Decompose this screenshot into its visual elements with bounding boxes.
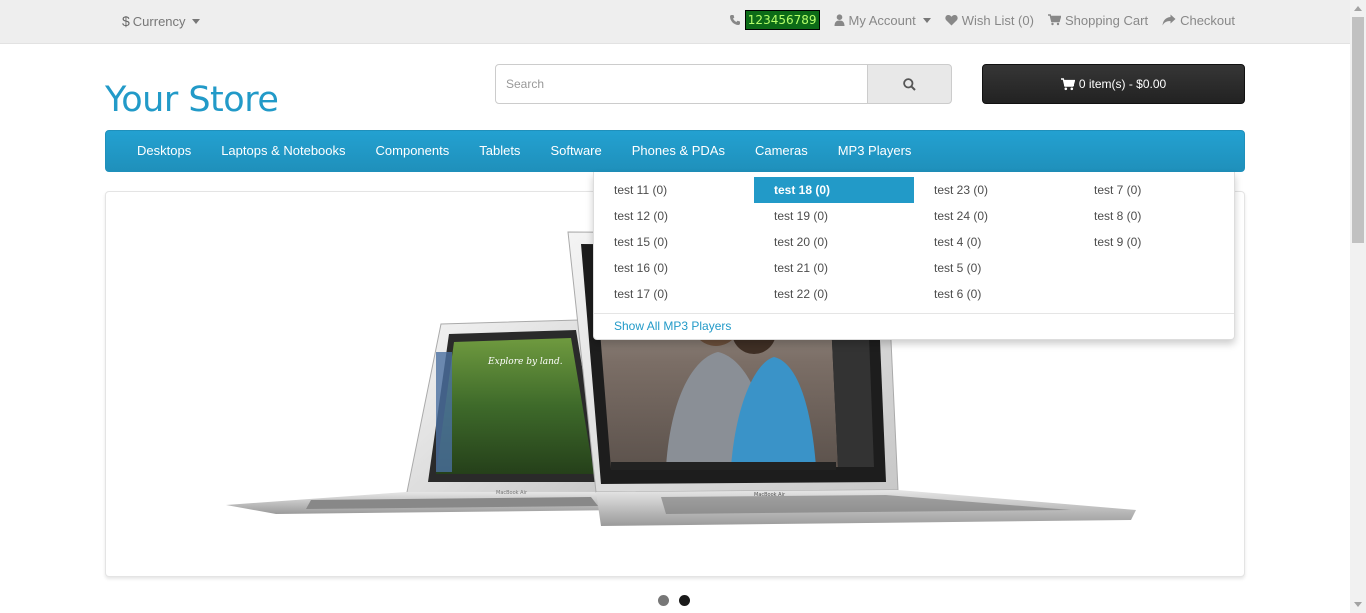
mp3-players-dropdown: test 11 (0) test 12 (0) test 15 (0) test… — [593, 172, 1235, 340]
caret-down-icon — [191, 18, 200, 24]
dropdown-item-active[interactable]: test 18 (0) — [754, 177, 914, 203]
currency-dropdown[interactable]: $ Currency — [122, 13, 200, 29]
share-icon — [1162, 14, 1176, 26]
caret-down-icon — [922, 17, 931, 23]
dropdown-item[interactable]: test 7 (0) — [1074, 177, 1234, 203]
shopping-cart-link[interactable]: Shopping Cart — [1047, 12, 1149, 28]
cart-button[interactable]: 0 item(s) - $0.00 — [982, 64, 1245, 104]
scroll-up-arrow-icon[interactable] — [1350, 0, 1366, 17]
dropdown-item[interactable]: test 5 (0) — [914, 255, 1074, 281]
search-input[interactable] — [495, 64, 868, 104]
menu-item-mp3-players[interactable]: MP3 Players — [823, 131, 927, 171]
search-icon — [903, 77, 916, 91]
brand-label-right: MacBook Air — [754, 492, 786, 498]
dropdown-divider — [594, 313, 1234, 314]
checkout-link[interactable]: Checkout — [1162, 13, 1235, 28]
dropdown-item[interactable]: test 21 (0) — [754, 255, 914, 281]
top-bar: $ Currency 123456789 My Account Wish Lis… — [0, 0, 1350, 44]
cart-icon — [1047, 14, 1061, 26]
dropdown-item[interactable]: test 12 (0) — [594, 203, 754, 229]
vertical-scrollbar[interactable] — [1350, 0, 1366, 613]
dropdown-item[interactable]: test 11 (0) — [594, 177, 754, 203]
menu-item-tablets[interactable]: Tablets — [464, 131, 535, 171]
dropdown-item[interactable]: test 4 (0) — [914, 229, 1074, 255]
my-account-dropdown[interactable]: My Account — [834, 13, 931, 28]
dropdown-item[interactable]: test 19 (0) — [754, 203, 914, 229]
shopping-cart-label: Shopping Cart — [1064, 12, 1149, 28]
dropdown-column-1: test 11 (0) test 12 (0) test 15 (0) test… — [594, 177, 754, 307]
phone-icon — [729, 14, 741, 26]
menu-item-components[interactable]: Components — [361, 131, 465, 171]
wish-list-label: Wish List (0) — [961, 12, 1034, 28]
dropdown-item[interactable]: test 16 (0) — [594, 255, 754, 281]
dropdown-item[interactable]: test 9 (0) — [1074, 229, 1234, 255]
currency-label: Currency — [132, 13, 186, 29]
scrollbar-thumb[interactable] — [1352, 17, 1364, 243]
dropdown-item[interactable]: test 20 (0) — [754, 229, 914, 255]
dropdown-item[interactable]: test 6 (0) — [914, 281, 1074, 307]
search-group — [495, 64, 952, 104]
slide-dot-1[interactable] — [658, 595, 669, 606]
left-laptop: Explore by land. MacBook Air — [226, 319, 626, 514]
screen-caption: Explore by land. — [487, 357, 563, 367]
phone-number: 123456789 — [744, 10, 820, 30]
show-all-mp3-players-link[interactable]: Show All MP3 Players — [614, 319, 731, 333]
heart-icon — [945, 14, 958, 26]
checkout-label: Checkout — [1180, 12, 1235, 28]
dropdown-column-4: test 7 (0) test 8 (0) test 9 (0) — [1074, 177, 1234, 255]
dropdown-item[interactable]: test 17 (0) — [594, 281, 754, 307]
brand-label-left: MacBook Air — [496, 490, 528, 496]
menu-item-laptops-notebooks[interactable]: Laptops & Notebooks — [206, 131, 360, 171]
cart-icon — [1060, 77, 1075, 91]
top-links: 123456789 My Account Wish List (0) Shopp… — [729, 10, 1235, 30]
dropdown-item[interactable]: test 22 (0) — [754, 281, 914, 307]
category-menu: Desktops Laptops & Notebooks Components … — [105, 130, 1245, 172]
menu-item-cameras[interactable]: Cameras — [740, 131, 823, 171]
menu-item-software[interactable]: Software — [535, 131, 616, 171]
phone-link[interactable]: 123456789 — [729, 10, 820, 30]
wish-list-link[interactable]: Wish List (0) — [945, 13, 1034, 28]
user-icon — [834, 14, 845, 26]
cart-total-label: 0 item(s) - $0.00 — [1078, 77, 1167, 91]
menu-item-phones-pdas[interactable]: Phones & PDAs — [617, 131, 740, 171]
store-logo[interactable]: Your Store — [105, 80, 279, 120]
dropdown-item[interactable]: test 23 (0) — [914, 177, 1074, 203]
currency-symbol: $ — [122, 13, 130, 29]
my-account-label: My Account — [848, 12, 916, 28]
dropdown-item[interactable]: test 24 (0) — [914, 203, 1074, 229]
slide-dot-2[interactable] — [679, 595, 690, 606]
menu-item-desktops[interactable]: Desktops — [122, 131, 206, 171]
scroll-down-arrow-icon[interactable] — [1350, 596, 1366, 613]
search-button[interactable] — [867, 64, 952, 104]
dropdown-column-2: test 18 (0) test 19 (0) test 20 (0) test… — [754, 177, 914, 307]
dropdown-item[interactable]: test 15 (0) — [594, 229, 754, 255]
dropdown-item[interactable]: test 8 (0) — [1074, 203, 1234, 229]
slideshow-pagination — [658, 595, 690, 606]
dropdown-column-3: test 23 (0) test 24 (0) test 4 (0) test … — [914, 177, 1074, 307]
